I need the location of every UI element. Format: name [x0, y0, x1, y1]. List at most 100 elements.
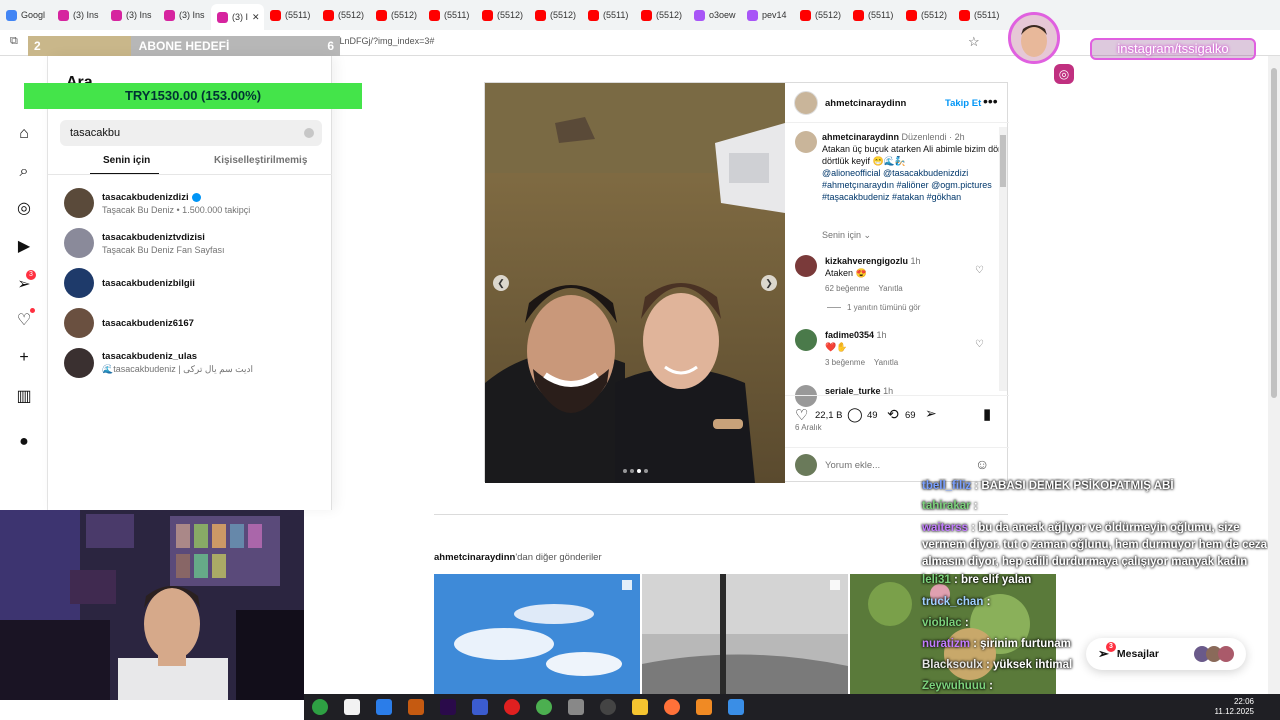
opera-icon[interactable]: [504, 699, 520, 715]
browser-tab[interactable]: o3oew: [688, 3, 741, 27]
app-icon[interactable]: [728, 699, 744, 715]
premiere-icon[interactable]: [440, 699, 456, 715]
vlc-icon[interactable]: [696, 699, 712, 715]
create-icon[interactable]: +: [14, 348, 34, 368]
caption-username[interactable]: ahmetcinaraydinn: [822, 132, 899, 142]
bookmark-star-icon[interactable]: ☆: [968, 34, 980, 50]
browser-tab[interactable]: (5511): [847, 3, 900, 27]
post-sidebar: ahmetcinaraydinn Takip Et ••• ahmetcinar…: [785, 83, 1009, 483]
chat-username: truck_chan: [922, 596, 984, 608]
dashboard-icon[interactable]: ▥: [14, 386, 34, 406]
app-icon[interactable]: [312, 699, 328, 715]
comment-avatar[interactable]: [795, 255, 817, 277]
tab-actions-icon[interactable]: ⧉: [10, 35, 18, 48]
browser-tab[interactable]: (5511): [582, 3, 635, 27]
like-icon[interactable]: ♡: [795, 406, 808, 424]
comment-like-icon[interactable]: ♡: [975, 265, 986, 276]
app-icon[interactable]: [408, 699, 424, 715]
comment-avatar[interactable]: [795, 329, 817, 351]
chrome-icon[interactable]: [536, 699, 552, 715]
more-options-icon[interactable]: •••: [983, 93, 998, 109]
browser-tab[interactable]: (3) Ins: [158, 3, 211, 27]
browser-tab[interactable]: (5512): [317, 3, 370, 27]
browser-tab[interactable]: (5512): [370, 3, 423, 27]
home-icon[interactable]: ⌂: [14, 124, 34, 144]
comment-time: 1h: [910, 256, 921, 266]
reels-icon[interactable]: ▶: [14, 236, 34, 256]
search-result-item[interactable]: tasacakbudeniz6167: [64, 306, 324, 340]
app-icon[interactable]: [472, 699, 488, 715]
search-result-item[interactable]: tasacakbudeniz_ulas 🌊tasacakbudeniz | ادی…: [64, 346, 324, 380]
browser-tab[interactable]: (3) Ins: [105, 3, 158, 27]
tab-favicon-icon: [6, 9, 17, 21]
browser-tab[interactable]: (5512): [794, 3, 847, 27]
search-result-item[interactable]: tasacakbudenizbilgii: [64, 266, 324, 300]
browser-tab[interactable]: (5511): [423, 3, 476, 27]
likes-count[interactable]: 22,1 B: [815, 410, 842, 421]
caption-tags[interactable]: @alioneofficial @tasacakbudenizdizi #ahm…: [822, 168, 992, 202]
post-image: [485, 83, 785, 483]
comment-username[interactable]: kizkahverengigozlu: [825, 256, 908, 266]
view-replies-link[interactable]: 1 yanıtın tümünü gör: [847, 303, 920, 312]
previous-image-button[interactable]: ❮: [493, 275, 509, 291]
obs-icon[interactable]: [600, 699, 616, 715]
comment-likes[interactable]: 3 beğenme: [825, 358, 865, 367]
share-icon[interactable]: ➢: [925, 405, 937, 422]
explore-icon[interactable]: ◎: [14, 198, 34, 218]
comments-scrollbar[interactable]: [999, 127, 1007, 391]
save-bookmark-icon[interactable]: ▮: [983, 405, 991, 423]
comment-like-icon[interactable]: ♡: [975, 339, 986, 350]
search-input[interactable]: tasacakbu: [60, 120, 322, 146]
caption-author-avatar[interactable]: [795, 131, 817, 153]
browser-tab[interactable]: (5512): [900, 3, 953, 27]
calculator-icon[interactable]: [344, 699, 360, 715]
windows-taskbar: 22:06 11.12.2025: [304, 694, 1280, 720]
post-caption: ahmetcinaraydinn Düzenlendi · 2h Atakan …: [822, 131, 1022, 203]
browser-tab[interactable]: (5512): [635, 3, 688, 27]
more-post-thumbnail[interactable]: [642, 574, 848, 694]
tab-label: Googl: [21, 10, 46, 20]
file-explorer-icon[interactable]: [632, 699, 648, 715]
browser-tab[interactable]: (5512): [529, 3, 582, 27]
more-posts-user[interactable]: ahmetcinaraydinn: [434, 552, 515, 563]
firefox-icon[interactable]: [664, 699, 680, 715]
tab-not-personalized[interactable]: Kişiselleştirilmemiş: [214, 155, 307, 166]
clear-search-icon[interactable]: [304, 128, 314, 138]
tab-for-you[interactable]: Senin için: [103, 155, 150, 166]
reply-link[interactable]: Yanıtla: [878, 284, 902, 293]
next-image-button[interactable]: ❯: [761, 275, 777, 291]
browser-tab[interactable]: (5512): [476, 3, 529, 27]
close-tab-icon[interactable]: ✕: [252, 12, 260, 23]
notifications-icon[interactable]: ♡: [14, 310, 34, 330]
edge-icon[interactable]: [376, 699, 392, 715]
browser-tab[interactable]: (3) I ✕: [211, 4, 264, 30]
page-scrollbar[interactable]: [1268, 56, 1280, 694]
browser-tab[interactable]: (3) Ins: [52, 3, 105, 27]
search-icon[interactable]: ⌕: [14, 162, 34, 182]
browser-tab[interactable]: Googl: [0, 3, 52, 27]
chat-username: Zeywuhuuu: [922, 680, 986, 692]
emoji-icon[interactable]: ☺: [975, 456, 989, 472]
messages-button[interactable]: ➢ 3 Mesajlar: [1086, 638, 1246, 670]
browser-tab[interactable]: (5511): [264, 3, 317, 27]
author-avatar[interactable]: [794, 91, 818, 115]
reply-link[interactable]: Yanıtla: [874, 358, 898, 367]
search-result-item[interactable]: tasacakbudeniztvdizisi Taşacak Bu Deniz F…: [64, 226, 324, 260]
chat-username: tbell_filiz: [922, 480, 972, 492]
comment-sort-dropdown[interactable]: Senin için ⌄: [822, 230, 871, 241]
author-username[interactable]: ahmetcinaraydinn: [825, 98, 906, 109]
profile-icon[interactable]: ●: [14, 432, 34, 452]
comment-icon[interactable]: ◯: [847, 406, 863, 423]
comment-username[interactable]: fadime0354: [825, 330, 874, 340]
browser-tab[interactable]: pev14: [741, 3, 794, 27]
more-post-thumbnail[interactable]: [434, 574, 640, 694]
app-icon[interactable]: [568, 699, 584, 715]
comment-likes[interactable]: 62 beğenme: [825, 284, 869, 293]
browser-tab[interactable]: (5511): [953, 3, 1006, 27]
comment-input[interactable]: Yorum ekle...: [825, 460, 880, 471]
system-clock[interactable]: 22:06 11.12.2025: [1215, 697, 1254, 717]
search-result-item[interactable]: tasacakbudenizdizi Taşacak Bu Deniz • 1.5…: [64, 186, 324, 220]
chat-text: :: [973, 500, 978, 512]
repost-icon[interactable]: ⟲: [887, 406, 899, 423]
follow-button[interactable]: Takip Et: [945, 98, 981, 109]
